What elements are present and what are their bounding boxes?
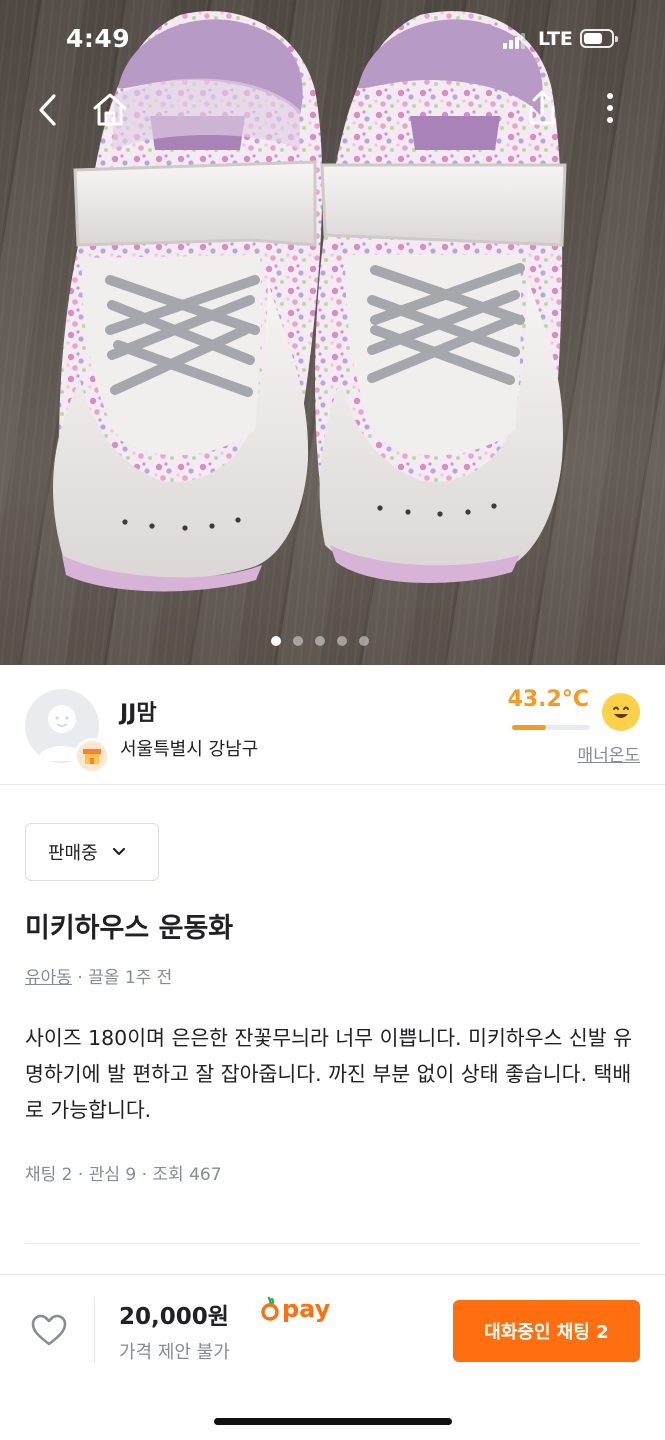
manner-temperature-fill bbox=[512, 725, 546, 730]
meta-separator: · bbox=[77, 968, 83, 988]
manner-temperature-link[interactable]: 매너온도 bbox=[577, 741, 640, 766]
section-divider bbox=[25, 1243, 640, 1244]
chevron-down-icon bbox=[112, 847, 125, 856]
carousel-dot[interactable] bbox=[271, 636, 281, 646]
more-button[interactable] bbox=[588, 86, 632, 130]
carousel-dot[interactable] bbox=[359, 636, 369, 646]
sale-status-value: 판매중 bbox=[48, 843, 98, 864]
seller-badge bbox=[74, 738, 110, 774]
heart-icon bbox=[31, 1314, 67, 1346]
network-label: LTE bbox=[538, 28, 573, 50]
seller-profile[interactable]: JJ맘 서울특별시 강남구 43.2°C 매너온도 bbox=[0, 665, 665, 785]
manner-temperature: 43.2°C bbox=[507, 687, 589, 712]
signal-icon bbox=[503, 33, 527, 49]
sale-status-dropdown[interactable]: 판매중 bbox=[25, 823, 159, 881]
carousel-dot[interactable] bbox=[293, 636, 303, 646]
chat-button[interactable]: 대화중인 채팅 2 bbox=[453, 1300, 640, 1362]
article-stats: 채팅 2 · 관심 9 · 조회 467 bbox=[25, 1165, 222, 1185]
carousel-dot[interactable] bbox=[315, 636, 325, 646]
share-icon bbox=[529, 90, 555, 125]
seller-location: 서울특별시 강남구 bbox=[120, 739, 259, 760]
vertical-divider bbox=[94, 1297, 95, 1363]
bottom-action-bar: 20,000원 pay 가격 제안 불가 대화중인 채팅 2 bbox=[0, 1274, 665, 1440]
more-vertical-icon bbox=[607, 93, 613, 123]
home-button[interactable] bbox=[88, 87, 132, 131]
product-photo-carousel[interactable]: 4:49 LTE bbox=[0, 0, 665, 665]
back-button[interactable] bbox=[26, 88, 70, 132]
home-indicator[interactable] bbox=[214, 1418, 452, 1425]
storefront-icon bbox=[83, 749, 101, 764]
carousel-indicator bbox=[271, 636, 369, 646]
article-description: 사이즈 180이며 은은한 잔꽃무늬라 너무 이쁩니다. 미키하우스 신발 유명… bbox=[25, 1026, 632, 1122]
seller-name: JJ맘 bbox=[120, 701, 157, 726]
battery-icon bbox=[580, 29, 618, 48]
back-arrow-icon bbox=[39, 94, 56, 126]
status-time: 4:49 bbox=[66, 24, 131, 53]
like-button[interactable] bbox=[29, 1311, 69, 1351]
home-icon bbox=[93, 93, 127, 126]
pay-label: pay bbox=[282, 1295, 331, 1323]
price-offer-status: 가격 제안 불가 bbox=[119, 1342, 230, 1363]
smile-emoji-icon bbox=[602, 693, 640, 731]
share-button[interactable] bbox=[520, 86, 564, 130]
article-meta: 유아동 · 끌올 1주 전 bbox=[25, 963, 172, 988]
carousel-dot[interactable] bbox=[337, 636, 347, 646]
status-bar: 4:49 LTE bbox=[0, 0, 665, 80]
bump-time: 끌올 1주 전 bbox=[88, 968, 173, 988]
price: 20,000원 bbox=[119, 1304, 229, 1330]
article-title: 미키하우스 운동화 bbox=[25, 913, 234, 944]
manner-temperature-bar bbox=[512, 725, 590, 730]
category-link[interactable]: 유아동 bbox=[25, 968, 72, 988]
pay-badge: pay bbox=[260, 1295, 330, 1323]
carrot-pay-icon bbox=[261, 1296, 279, 1321]
